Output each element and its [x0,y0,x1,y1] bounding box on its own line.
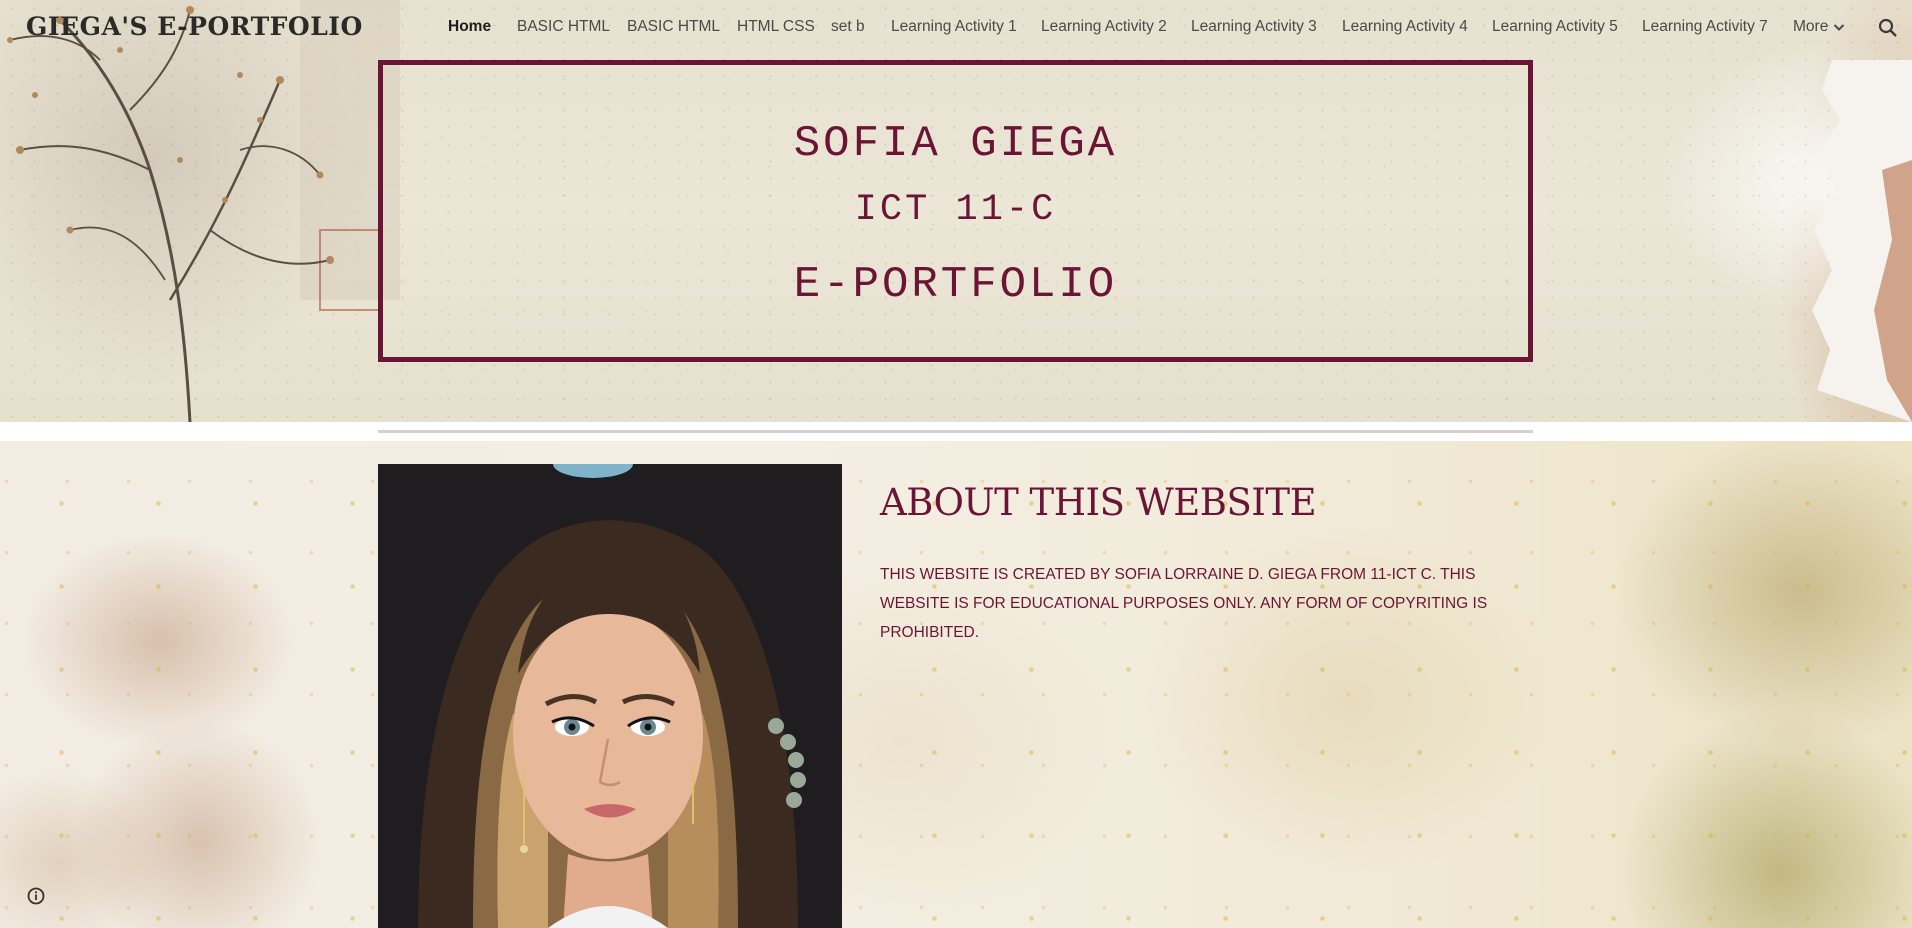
nav-item-learning-activity-2[interactable]: Learning Activity 2 [1041,18,1167,36]
nav-item-learning-activity-1[interactable]: Learning Activity 1 [891,18,1017,36]
nav-more-menu[interactable]: More [1793,18,1846,36]
nav-item-set-b[interactable]: set b [831,18,865,36]
info-icon[interactable] [26,886,46,906]
portrait-illustration [378,464,842,928]
hero-title-box: SOFIA GIEGA ICT 11-C E-PORTFOLIO [378,60,1533,362]
nav-item-learning-activity-4[interactable]: Learning Activity 4 [1342,18,1468,36]
hero-name: SOFIA GIEGA [793,119,1118,169]
nav-more-label: More [1793,18,1829,35]
nav-item-basic-html[interactable]: BASIC HTML [517,18,610,36]
nav-item-learning-activity-5[interactable]: Learning Activity 5 [1492,18,1618,36]
profile-photo [378,464,842,928]
header-banner: GIEGA'S E-PORTFOLIO Home BASIC HTML BASI… [0,0,1912,422]
about-description: THIS WEBSITE IS CREATED BY SOFIA LORRAIN… [880,566,1488,641]
section-divider [378,430,1533,433]
chevron-down-icon [1834,24,1845,31]
hero-subtitle: E-PORTFOLIO [793,260,1118,310]
nav-item-html-css[interactable]: HTML CSS [737,18,815,36]
torn-paper-decoration [1812,60,1912,422]
search-icon[interactable] [1876,16,1900,40]
dried-branch-decoration [7,0,400,422]
about-section: ABOUT THIS WEBSITE THIS WEBSITE IS CREAT… [0,441,1912,928]
nav-item-basic-html-2[interactable]: BASIC HTML [627,18,720,36]
hero-section: ICT 11-C [854,189,1057,231]
nav-item-learning-activity-7[interactable]: Learning Activity 7 [1642,18,1768,36]
about-heading: ABOUT THIS WEBSITE [880,481,1317,524]
nav-item-learning-activity-3[interactable]: Learning Activity 3 [1191,18,1317,36]
top-navigation: Home BASIC HTML BASIC HTML HTML CSS set … [0,18,1912,42]
nav-item-home[interactable]: Home [448,18,491,36]
